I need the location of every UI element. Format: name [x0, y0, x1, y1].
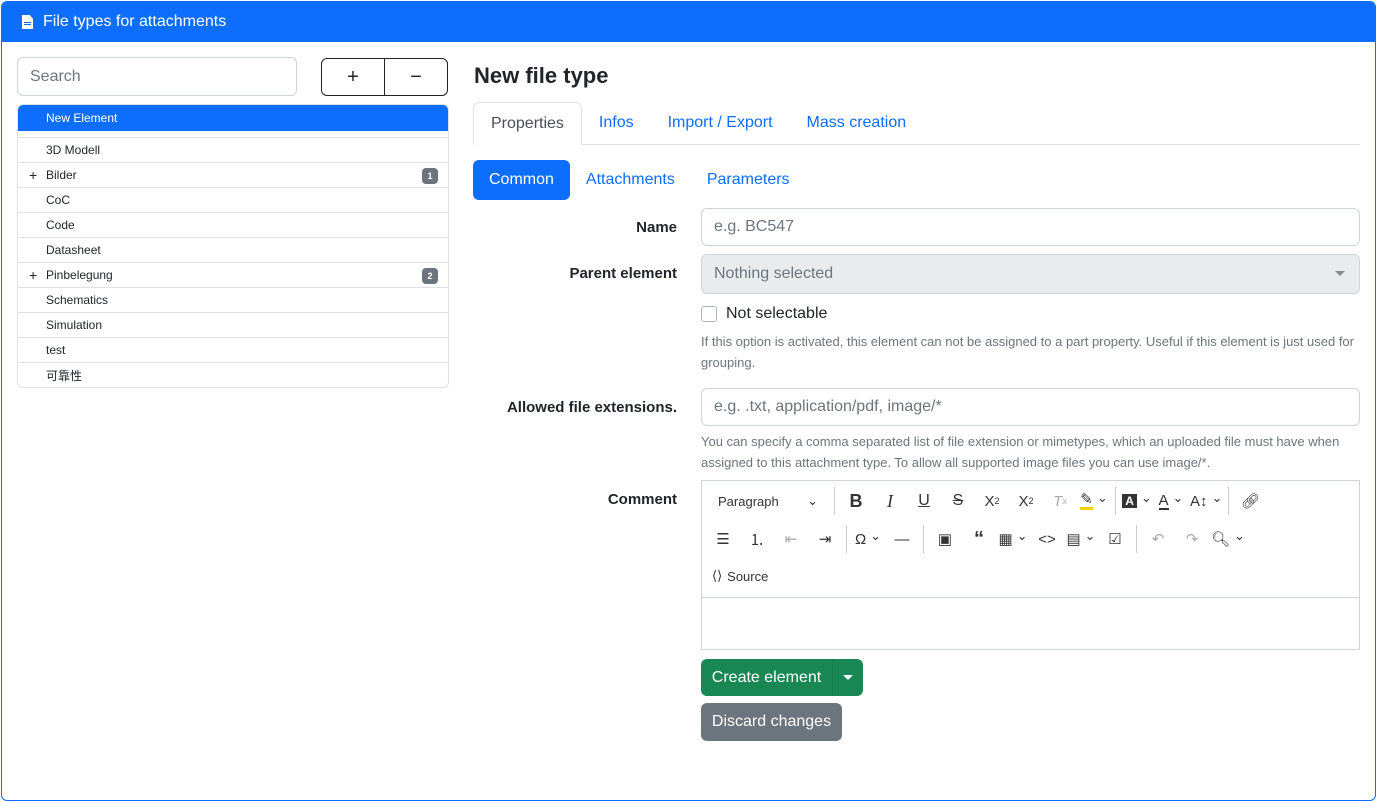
highlight-icon[interactable]: ✎ [1079, 486, 1109, 516]
find-replace-icon[interactable]: 🔍︎ [1211, 524, 1245, 554]
collapse-all-button[interactable]: − [385, 59, 447, 95]
toolbar-separator [846, 525, 847, 553]
editor-toolbar: Paragraph⌄ B I U S X2 X2 Tx ✎ A A A↕ 🔗︎ … [702, 481, 1359, 598]
strikethrough-icon[interactable]: S [943, 486, 973, 516]
font-size-icon[interactable]: A↕ [1190, 486, 1222, 516]
main-tabs: Properties Infos Import / Export Mass cr… [473, 102, 1360, 145]
code-icon[interactable]: <> [1032, 524, 1062, 554]
file-icon [22, 15, 33, 29]
tree-button-group: + − [321, 58, 448, 96]
count-badge: 2 [422, 268, 438, 284]
search-input[interactable] [17, 57, 297, 96]
tree-list: New Element 3D Modell + Bilder 1 CoC Code … [17, 104, 449, 388]
toolbar-separator [1136, 525, 1137, 553]
toolbar-row: Paragraph⌄ B I U S X2 X2 Tx ✎ A A A↕ 🔗︎ [706, 482, 1267, 520]
tree-item[interactable]: 可靠性 [18, 363, 448, 387]
tree-item[interactable]: Datasheet [18, 238, 448, 263]
parent-label: Parent element [569, 265, 677, 282]
blockquote-icon[interactable]: “ [964, 524, 994, 554]
table-icon[interactable]: ▦ [998, 524, 1028, 554]
create-button[interactable]: Create element [701, 659, 832, 696]
sub-tabs: Common Attachments Parameters [473, 160, 806, 200]
toolbar-row: ⟨⟩ Source [710, 557, 770, 595]
extensions-help: You can specify a comma separated list o… [701, 434, 1340, 470]
toolbar-row: ☰ ⒈ ⇤ ⇥ Ω — ▣ “ ▦ <> ▤ ☑ ↶ ↷ 🔍︎ [706, 520, 1247, 558]
count-badge: 1 [422, 168, 438, 184]
font-background-color-icon[interactable]: A [1122, 486, 1152, 516]
page-title: New file type [474, 63, 609, 88]
toolbar-separator [1228, 487, 1230, 515]
expand-plus-icon[interactable]: + [29, 268, 37, 282]
pill-attachments[interactable]: Attachments [570, 160, 691, 200]
parent-select[interactable]: Nothing selected [701, 254, 1360, 294]
comment-editor: Paragraph⌄ B I U S X2 X2 Tx ✎ A A A↕ 🔗︎ … [701, 480, 1360, 650]
create-button-group: Create element [701, 659, 863, 696]
paragraph-dropdown[interactable]: Paragraph ⌄ [708, 486, 828, 516]
extensions-label: Allowed file extensions. [506, 399, 677, 416]
bold-icon[interactable]: B [841, 486, 871, 516]
toolbar-separator [834, 487, 835, 515]
code-block-icon[interactable]: ▤ [1066, 524, 1096, 554]
undo-icon[interactable]: ↶ [1143, 524, 1173, 554]
special-characters-icon[interactable]: Ω [853, 524, 883, 554]
chevron-down-icon [1335, 271, 1345, 276]
caret-down-icon [843, 675, 853, 680]
superscript-icon[interactable]: X2 [1011, 486, 1041, 516]
numbered-list-icon[interactable]: ⒈ [742, 524, 772, 554]
tree-item[interactable]: Code [18, 213, 448, 238]
font-color-icon[interactable]: A [1156, 486, 1186, 516]
link-icon[interactable]: 🔗︎ [1235, 486, 1265, 516]
redo-icon[interactable]: ↷ [1177, 524, 1207, 554]
tab-import-export[interactable]: Import / Export [651, 102, 790, 144]
editor-content[interactable] [702, 598, 1359, 650]
source-button[interactable]: ⟨⟩ Source [712, 561, 768, 591]
tree-gap [18, 131, 448, 138]
header-title: File types for attachments [43, 13, 227, 30]
tree-item[interactable]: 3D Modell [18, 138, 448, 163]
not-selectable-checkbox[interactable] [701, 306, 717, 322]
todo-list-icon[interactable]: ☑ [1100, 524, 1130, 554]
expand-plus-icon[interactable]: + [29, 168, 37, 182]
tree-item[interactable]: CoC [18, 188, 448, 213]
create-dropdown-toggle[interactable] [832, 659, 863, 696]
not-selectable-label: Not selectable [726, 305, 828, 322]
comment-label: Comment [607, 491, 677, 508]
tree-item[interactable]: Simulation [18, 313, 448, 338]
card-header: File types for attachments [2, 2, 1375, 42]
horizontal-line-icon[interactable]: — [887, 524, 917, 554]
subscript-icon[interactable]: X2 [977, 486, 1007, 516]
source-icon: ⟨⟩ [712, 568, 723, 583]
tree-item[interactable]: Schematics [18, 288, 448, 313]
tree-item-new-element[interactable]: New Element [18, 105, 448, 131]
toolbar-separator [923, 525, 924, 553]
name-label: Name [636, 219, 677, 236]
pill-parameters[interactable]: Parameters [691, 160, 806, 200]
indent-icon[interactable]: ⇥ [810, 524, 840, 554]
bulleted-list-icon[interactable]: ☰ [708, 524, 738, 554]
pill-common[interactable]: Common [473, 160, 570, 200]
image-icon[interactable]: ▣ [930, 524, 960, 554]
underline-icon[interactable]: U [909, 486, 939, 516]
tree-item[interactable]: test [18, 338, 448, 363]
tree-item[interactable]: + Bilder 1 [18, 163, 448, 188]
discard-button[interactable]: Discard changes [701, 703, 842, 741]
name-input[interactable]: e.g. BC547 [701, 208, 1360, 246]
expand-all-button[interactable]: + [322, 59, 385, 95]
toolbar-separator [1115, 487, 1116, 515]
tree-item[interactable]: + Pinbelegung 2 [18, 263, 448, 288]
chevron-down-icon: ⌄ [807, 493, 818, 508]
not-selectable-help: If this option is activated, this elemen… [701, 334, 1354, 370]
tab-properties[interactable]: Properties [473, 102, 582, 145]
tab-mass-creation[interactable]: Mass creation [790, 102, 924, 144]
remove-format-icon[interactable]: Tx [1045, 486, 1075, 516]
italic-icon[interactable]: I [875, 486, 905, 516]
extensions-input[interactable]: e.g. .txt, application/pdf, image/* [701, 388, 1360, 426]
outdent-icon[interactable]: ⇤ [776, 524, 806, 554]
tab-infos[interactable]: Infos [582, 102, 651, 144]
